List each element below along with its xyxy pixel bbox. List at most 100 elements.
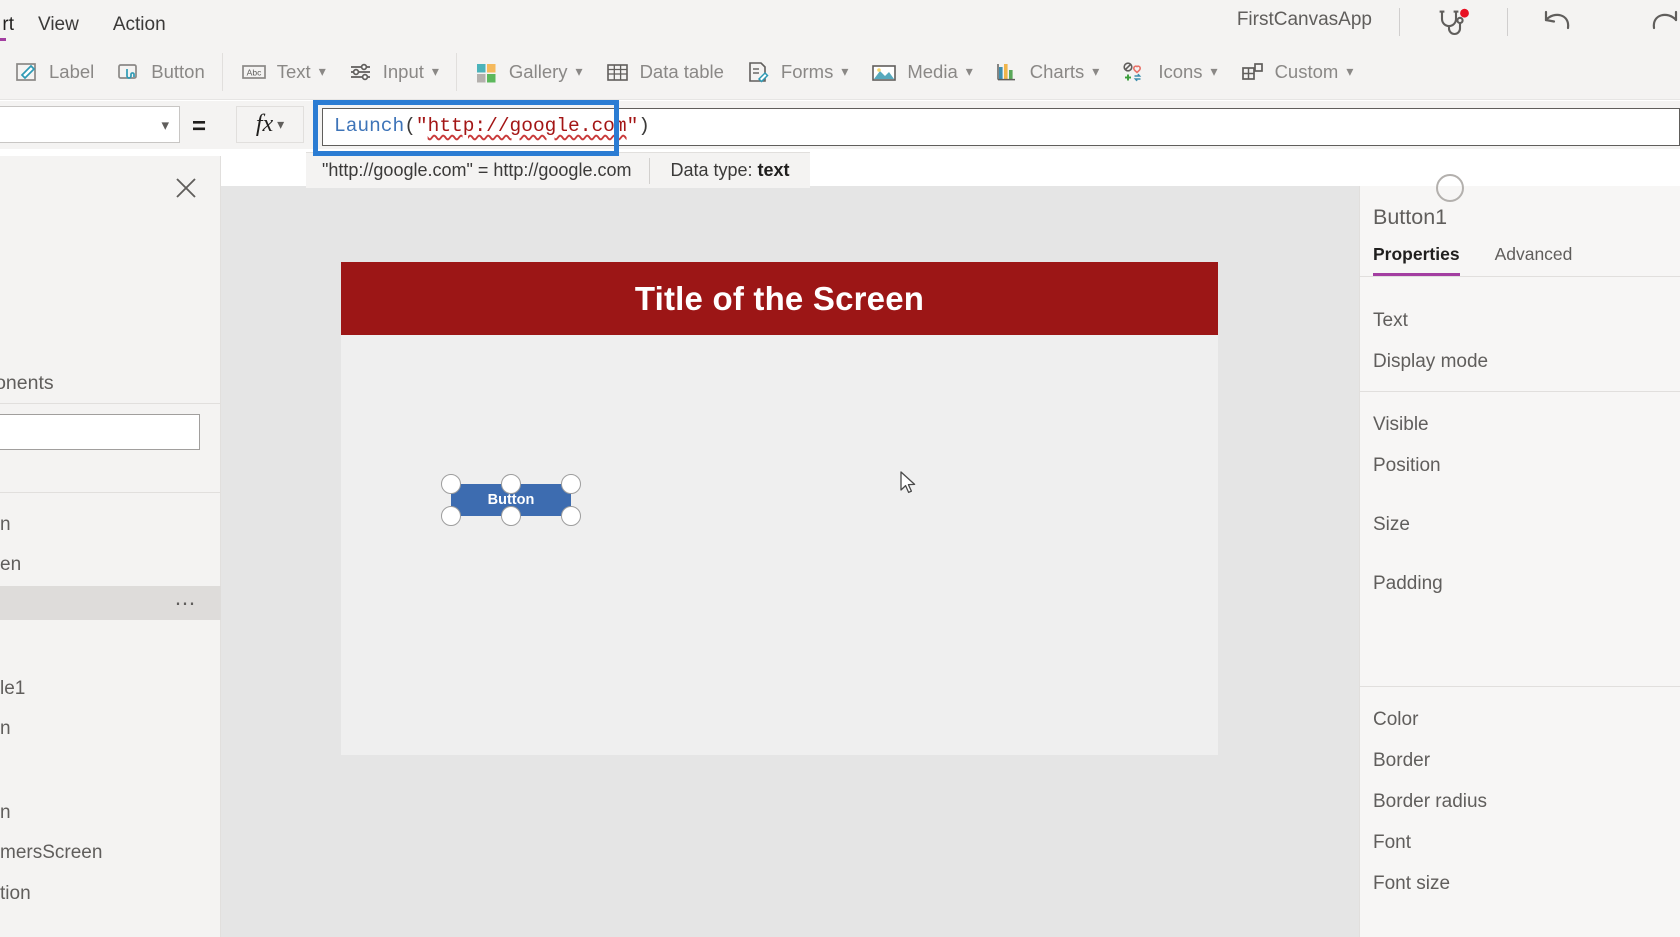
formula-input[interactable]: Launch("http://google.com")	[322, 108, 1680, 146]
chevron-down-icon[interactable]: ▾	[966, 63, 973, 80]
ribbon-item-gallery[interactable]: Gallery ▾	[463, 44, 594, 100]
tree-item[interactable]: le1	[0, 672, 221, 706]
chevron-down-icon[interactable]: ▾	[1211, 63, 1218, 80]
ribbon-item-forms-text: Forms	[780, 60, 834, 82]
chevron-down-icon[interactable]: ▾	[1092, 63, 1099, 80]
menu-tab-action-label: Action	[112, 14, 166, 35]
label-edit-icon	[14, 60, 40, 84]
app-screen-preview[interactable]: Title of the Screen Button	[341, 262, 1218, 755]
property-select-dropdown[interactable]: ▾	[0, 106, 180, 143]
ribbon-item-text[interactable]: Abc Text ▾	[229, 44, 337, 100]
chevron-down-icon[interactable]: ▾	[319, 63, 326, 80]
ribbon-item-button[interactable]: Button	[105, 44, 216, 100]
tab-properties[interactable]: Properties	[1373, 244, 1460, 276]
properties-panel-tabs: Properties Advanced	[1373, 244, 1572, 276]
tab-advanced[interactable]: Advanced	[1495, 244, 1573, 276]
tree-item[interactable]: tion	[0, 877, 221, 911]
ribbon-divider-2	[455, 52, 457, 91]
equals-sign: =	[192, 113, 207, 140]
tree-item-label: n	[0, 718, 11, 739]
chevron-down-icon[interactable]: ▾	[576, 63, 583, 80]
property-row-text[interactable]: Text	[1373, 310, 1408, 332]
ribbon-item-forms[interactable]: Forms ▾	[735, 44, 859, 100]
resize-handle-bottom-center[interactable]	[501, 506, 521, 526]
chevron-down-icon[interactable]: ▾	[1346, 63, 1353, 80]
resize-handle-top-left[interactable]	[441, 474, 461, 494]
tree-item-label: n	[0, 514, 11, 535]
button-cursor-icon	[116, 60, 142, 84]
ribbon-divider-1	[221, 52, 223, 91]
ribbon-item-data-table[interactable]: Data table	[594, 44, 735, 100]
property-row-border[interactable]: Border	[1373, 750, 1430, 772]
property-row-position[interactable]: Position	[1373, 455, 1441, 477]
property-row-font-size[interactable]: Font size	[1373, 873, 1450, 895]
formula-text: Launch("http://google.com")	[323, 117, 650, 137]
formula-url-token: http://google.com	[427, 115, 627, 138]
property-row-border-radius[interactable]: Border radius	[1373, 791, 1487, 813]
tree-item-label: tion	[0, 883, 31, 904]
menu-tab-view[interactable]: View	[38, 0, 79, 44]
selected-button-control[interactable]: Button	[441, 474, 581, 526]
ribbon-item-button-text: Button	[151, 60, 205, 82]
ribbon-item-input[interactable]: Input ▾	[337, 44, 450, 100]
gallery-squares-icon	[474, 60, 500, 84]
search-input[interactable]	[0, 414, 200, 450]
ribbon-item-icons[interactable]: Icons ▾	[1110, 44, 1228, 100]
resize-handle-bottom-right[interactable]	[561, 506, 581, 526]
ribbon-item-input-text: Input	[382, 60, 424, 82]
close-x-icon[interactable]	[170, 172, 202, 204]
menu-tab-insert[interactable]: rt	[0, 0, 14, 44]
property-row-size[interactable]: Size	[1373, 514, 1410, 536]
panel-divider	[1360, 391, 1680, 392]
ribbon-item-media[interactable]: Media ▾	[859, 44, 983, 100]
ribbon-item-label[interactable]: Label	[3, 44, 105, 100]
property-row-padding[interactable]: Padding	[1373, 573, 1443, 595]
intellisense-expression: "http://google.com" = http://google.com	[322, 160, 632, 180]
intellisense-datatype-value: text	[757, 160, 790, 180]
ribbon-item-text-text: Text	[276, 60, 311, 82]
redo-arrow-icon[interactable]	[1642, 8, 1680, 38]
ribbon-item-charts[interactable]: Charts ▾	[984, 44, 1111, 100]
formula-quote-open: "	[415, 115, 428, 138]
tree-item[interactable]: n	[0, 796, 221, 830]
app-canvas-area[interactable]: Title of the Screen Button	[221, 186, 1359, 937]
tree-item[interactable]: n	[0, 712, 221, 746]
tree-item-selected[interactable]: ⋯	[0, 586, 221, 620]
stethoscope-icon[interactable]	[1431, 8, 1475, 38]
custom-blocks-icon	[1240, 60, 1266, 84]
panel-divider	[1360, 276, 1680, 277]
panel-title: mponents	[0, 372, 54, 394]
sliders-input-icon	[348, 60, 374, 84]
tree-view-panel: mponents n en ⋯ le1 n n mersScreen tion	[0, 156, 221, 937]
tree-item-label: en	[0, 554, 22, 575]
ribbon-item-custom[interactable]: Custom ▾	[1229, 44, 1365, 100]
screen-title-bar[interactable]: Title of the Screen	[341, 262, 1218, 335]
ribbon-item-icons-text: Icons	[1158, 60, 1203, 82]
property-row-display-mode[interactable]: Display mode	[1373, 351, 1488, 373]
tree-item[interactable]: n	[0, 508, 221, 542]
chevron-down-icon[interactable]: ▾	[432, 63, 439, 80]
property-row-font[interactable]: Font	[1373, 832, 1411, 854]
undo-arrow-icon[interactable]	[1536, 8, 1580, 38]
resize-handle-top-center[interactable]	[501, 474, 521, 494]
fx-function-button[interactable]: fx ▾	[236, 106, 304, 143]
properties-panel: Button1 Properties Advanced Text Display…	[1359, 174, 1680, 937]
menu-tab-action[interactable]: Action	[113, 0, 166, 44]
icons-symbols-icon	[1121, 60, 1149, 84]
insert-ribbon-toolbar: Label Button Abc Text ▾ Input ▾ Gallery …	[0, 44, 1680, 100]
resize-handle-bottom-left[interactable]	[441, 506, 461, 526]
chevron-down-icon: ▾	[161, 116, 169, 134]
fx-label: fx	[255, 111, 274, 137]
top-menu-bar: rt View Action FirstCanvasApp	[0, 0, 1680, 44]
more-options-icon[interactable]: ⋯	[175, 591, 198, 616]
menu-divider-2	[1507, 8, 1508, 36]
ribbon-item-data-table-text: Data table	[639, 60, 724, 82]
media-image-icon	[870, 60, 898, 84]
property-row-visible[interactable]: Visible	[1373, 414, 1429, 436]
property-row-color[interactable]: Color	[1373, 709, 1418, 731]
tree-item[interactable]: en	[0, 548, 221, 582]
chevron-down-icon[interactable]: ▾	[841, 63, 848, 80]
resize-handle-top-right[interactable]	[561, 474, 581, 494]
tree-item[interactable]: mersScreen	[0, 836, 221, 870]
tree-item-label: le1	[0, 678, 26, 699]
